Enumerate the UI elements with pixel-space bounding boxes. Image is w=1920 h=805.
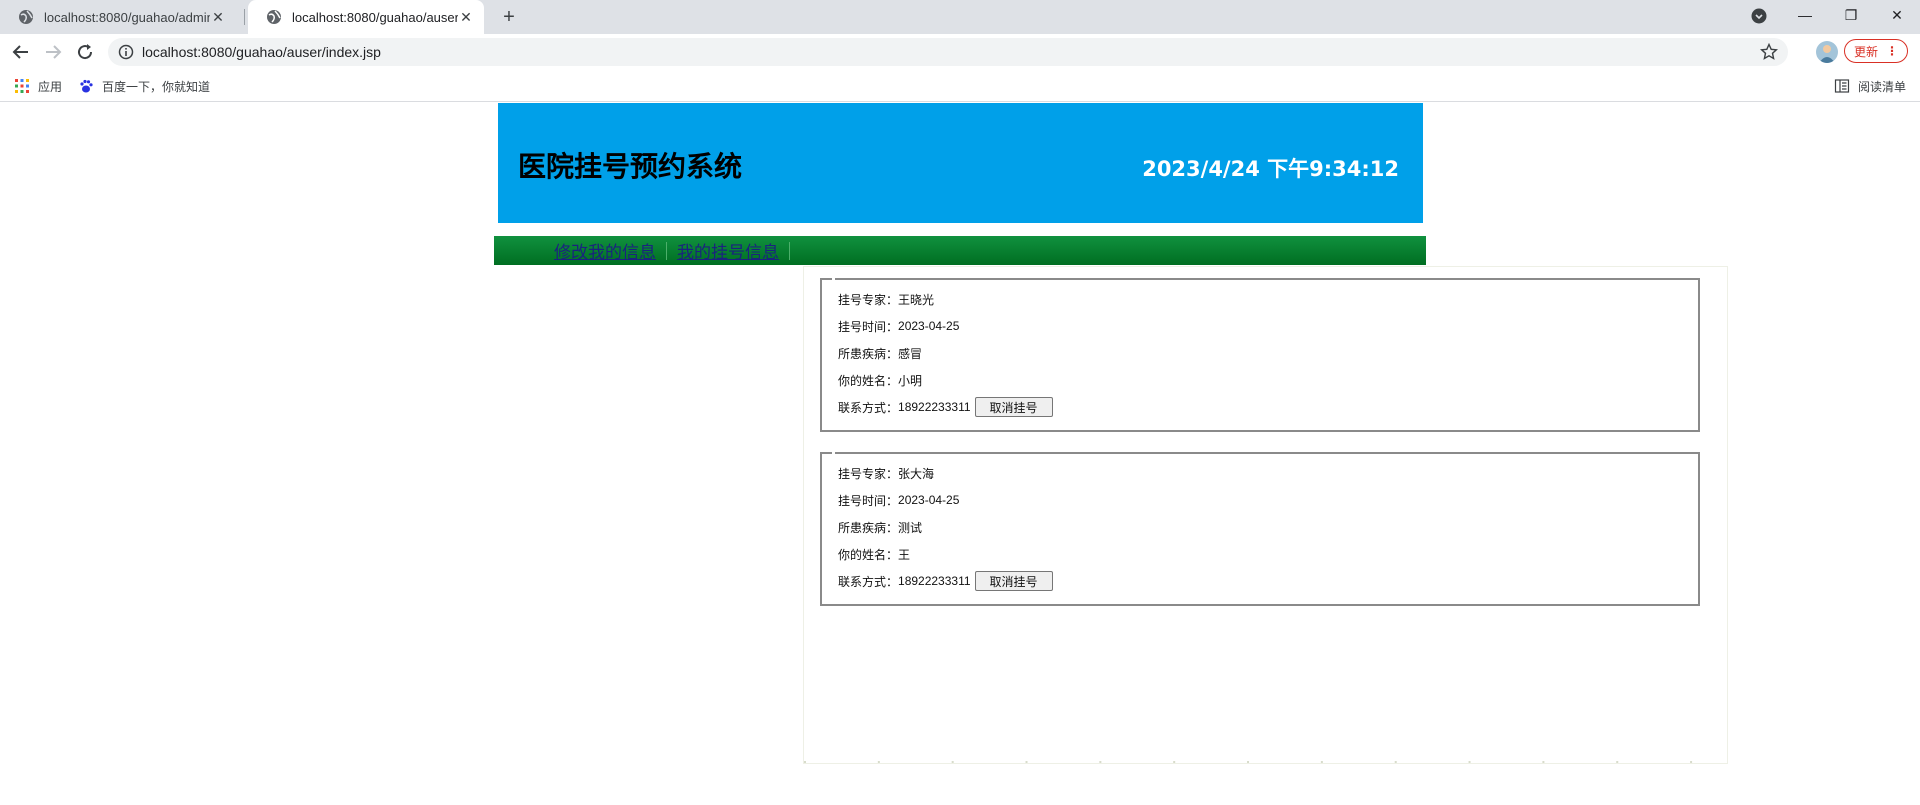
bookmark-apps[interactable]: 应用 [14, 70, 62, 102]
more-menu-icon: ⋮ [1886, 44, 1898, 58]
panel-dotted-border [804, 761, 1727, 763]
nav-my-appointments[interactable]: 我的挂号信息 [667, 238, 789, 263]
field-label: 所患疾病： [838, 520, 899, 535]
tab-title: localhost:8080/guahao/admin/ [44, 9, 210, 25]
globe-icon [19, 10, 33, 24]
reading-list-icon [1834, 79, 1850, 93]
site-header: 医院挂号预约系统 2023/4/24 下午9:34:12 [498, 103, 1423, 223]
field-value: 2023-04-25 [898, 319, 960, 333]
appointment-time: 挂号时间： 2023-04-25 [838, 316, 959, 336]
close-window-button[interactable]: ✕ [1874, 0, 1920, 30]
appointment-time: 挂号时间： 2023-04-25 [838, 490, 959, 510]
field-label: 挂号时间： [838, 319, 899, 334]
apps-grid-icon [15, 79, 29, 93]
update-button[interactable]: 更新 ⋮ [1844, 39, 1908, 63]
tab-close-icon[interactable]: ✕ [210, 9, 226, 26]
url-text[interactable]: localhost:8080/guahao/auser/index.jsp [142, 44, 1760, 60]
forward-arrow-icon[interactable] [44, 43, 62, 61]
field-value: 2023-04-25 [898, 493, 960, 507]
cancel-appointment-button[interactable]: 取消挂号 [974, 571, 1053, 591]
appointment-expert: 挂号专家： 王晓光 [838, 289, 934, 309]
bookmark-label: 应用 [38, 79, 63, 94]
browser-tab-admin[interactable]: localhost:8080/guahao/admin/ ✕ [0, 0, 236, 34]
field-value: 测试 [898, 520, 923, 535]
site-info-icon[interactable] [118, 44, 134, 60]
field-label: 所患疾病： [838, 346, 899, 361]
appointment-disease: 所患疾病： 测试 [838, 517, 922, 537]
field-label: 你的姓名： [838, 547, 899, 562]
field-value: 小明 [898, 373, 923, 388]
content-panel: 挂号专家： 王晓光 挂号时间： 2023-04-25 所患疾病： 感冒 你的姓名： 小明… [803, 266, 1728, 764]
appointment-card: 挂号专家： 张大海 挂号时间： 2023-04-25 所患疾病： 测试 你的姓名：王 … [820, 452, 1700, 606]
address-bar[interactable]: localhost:8080/guahao/auser/index.jsp [108, 38, 1788, 66]
bookmark-label: 百度一下，你就知道 [102, 79, 211, 94]
baidu-paw-icon [80, 79, 93, 93]
avatar-icon [1819, 45, 1835, 63]
clock-display: 2023/4/24 下午9:34:12 [1142, 157, 1399, 181]
field-value: 王晓光 [898, 292, 935, 307]
field-label: 联系方式： [838, 400, 899, 415]
browser-tab-auser[interactable]: localhost:8080/guahao/auser/i ✕ [248, 0, 484, 34]
field-value: 18922233311 [898, 400, 971, 414]
restore-button[interactable]: ❐ [1828, 0, 1874, 30]
field-value: 王 [898, 547, 911, 562]
bookmarks-bar: 应用 百度一下，你就知道 阅读清单 [0, 70, 1920, 102]
reading-list-button[interactable]: 阅读清单 [1834, 70, 1906, 102]
field-label: 挂号专家： [838, 292, 899, 307]
reading-list-label: 阅读清单 [1858, 79, 1907, 94]
tab-close-icon[interactable]: ✕ [458, 9, 474, 26]
update-label: 更新 [1853, 44, 1878, 59]
appointment-card: 挂号专家： 王晓光 挂号时间： 2023-04-25 所患疾病： 感冒 你的姓名： 小明… [820, 278, 1700, 432]
appointment-patient-name: 你的姓名：王 [838, 544, 910, 564]
tab-title: localhost:8080/guahao/auser/i [292, 9, 458, 25]
browser-toolbar: localhost:8080/guahao/auser/index.jsp 更新… [0, 34, 1920, 70]
field-label: 挂号时间： [838, 493, 899, 508]
field-value: 感冒 [898, 346, 923, 361]
reload-icon[interactable] [76, 43, 94, 61]
browser-tab-bar: localhost:8080/guahao/admin/ ✕ localhost… [0, 0, 1920, 34]
appointment-patient-name: 你的姓名： 小明 [838, 370, 922, 390]
appointment-contact: 联系方式： 18922233311 取消挂号 [838, 397, 1053, 417]
card-notch [832, 452, 835, 455]
bookmark-baidu[interactable]: 百度一下，你就知道 [78, 70, 210, 102]
field-label: 联系方式： [838, 574, 899, 589]
globe-icon [267, 10, 281, 24]
appointment-disease: 所患疾病： 感冒 [838, 343, 922, 363]
back-arrow-icon[interactable] [12, 43, 30, 61]
nav-edit-my-info[interactable]: 修改我的信息 [544, 238, 666, 263]
field-value: 张大海 [898, 466, 935, 481]
appointment-expert: 挂号专家： 张大海 [838, 463, 934, 483]
field-label: 挂号专家： [838, 466, 899, 481]
bookmark-star-icon[interactable] [1760, 43, 1778, 61]
field-value: 18922233311 [898, 574, 971, 588]
profile-avatar[interactable] [1816, 41, 1838, 63]
page-title: 医院挂号预约系统 [518, 150, 743, 183]
nav-divider [789, 241, 790, 260]
appointment-contact: 联系方式： 18922233311 取消挂号 [838, 571, 1053, 591]
tab-search-icon[interactable] [1751, 8, 1767, 24]
card-notch [832, 278, 835, 281]
field-label: 你的姓名： [838, 373, 899, 388]
main-nav: 修改我的信息 我的挂号信息 [494, 236, 1426, 265]
minimize-button[interactable]: — [1782, 0, 1828, 30]
new-tab-button[interactable]: + [498, 6, 520, 28]
cancel-appointment-button[interactable]: 取消挂号 [974, 397, 1053, 417]
tab-divider [244, 9, 245, 25]
